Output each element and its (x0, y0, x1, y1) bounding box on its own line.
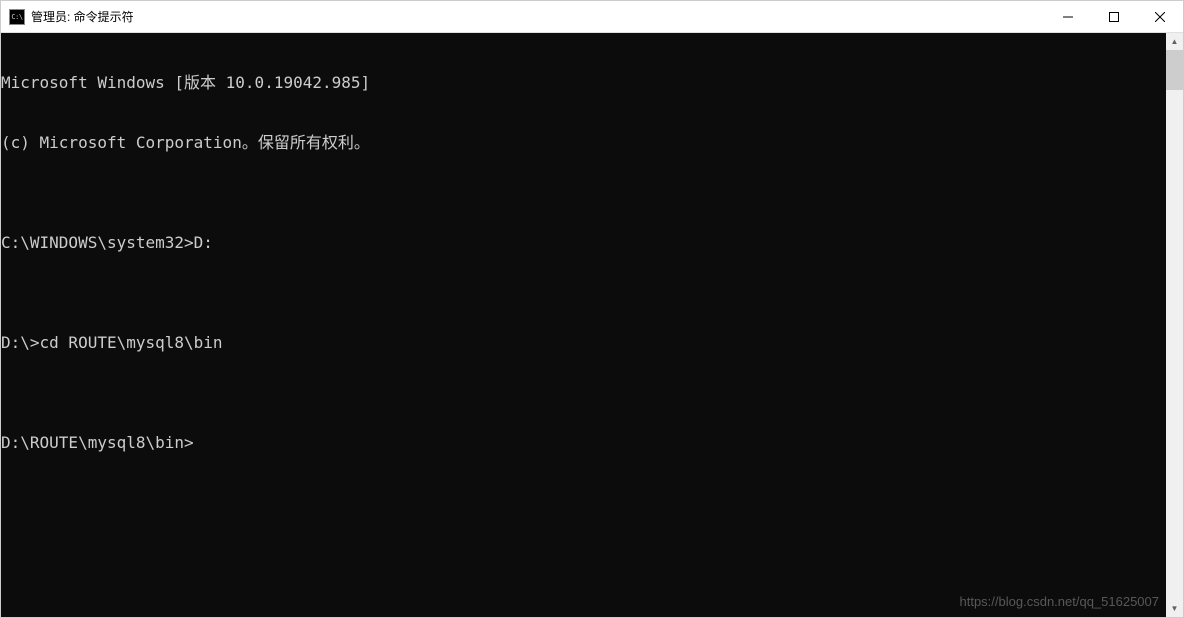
terminal-line: C:\WINDOWS\system32>D: (1, 233, 1166, 253)
maximize-button[interactable] (1091, 1, 1137, 32)
window-titlebar: C:\ 管理员: 命令提示符 (1, 1, 1183, 33)
terminal-line: D:\>cd ROUTE\mysql8\bin (1, 333, 1166, 353)
vertical-scrollbar[interactable]: ▲ ▼ (1166, 33, 1183, 617)
close-button[interactable] (1137, 1, 1183, 32)
scroll-up-arrow[interactable]: ▲ (1166, 33, 1183, 50)
scroll-down-arrow[interactable]: ▼ (1166, 600, 1183, 617)
terminal-container: Microsoft Windows [版本 10.0.19042.985] (c… (1, 33, 1183, 617)
cmd-icon: C:\ (9, 9, 25, 25)
terminal-line: Microsoft Windows [版本 10.0.19042.985] (1, 73, 1166, 93)
minimize-button[interactable] (1045, 1, 1091, 32)
terminal-line: D:\ROUTE\mysql8\bin> (1, 433, 1166, 453)
terminal-output[interactable]: Microsoft Windows [版本 10.0.19042.985] (c… (1, 33, 1166, 617)
window-title: 管理员: 命令提示符 (31, 8, 1045, 25)
scrollbar-thumb[interactable] (1166, 50, 1183, 90)
window-controls (1045, 1, 1183, 32)
terminal-line: (c) Microsoft Corporation。保留所有权利。 (1, 133, 1166, 153)
